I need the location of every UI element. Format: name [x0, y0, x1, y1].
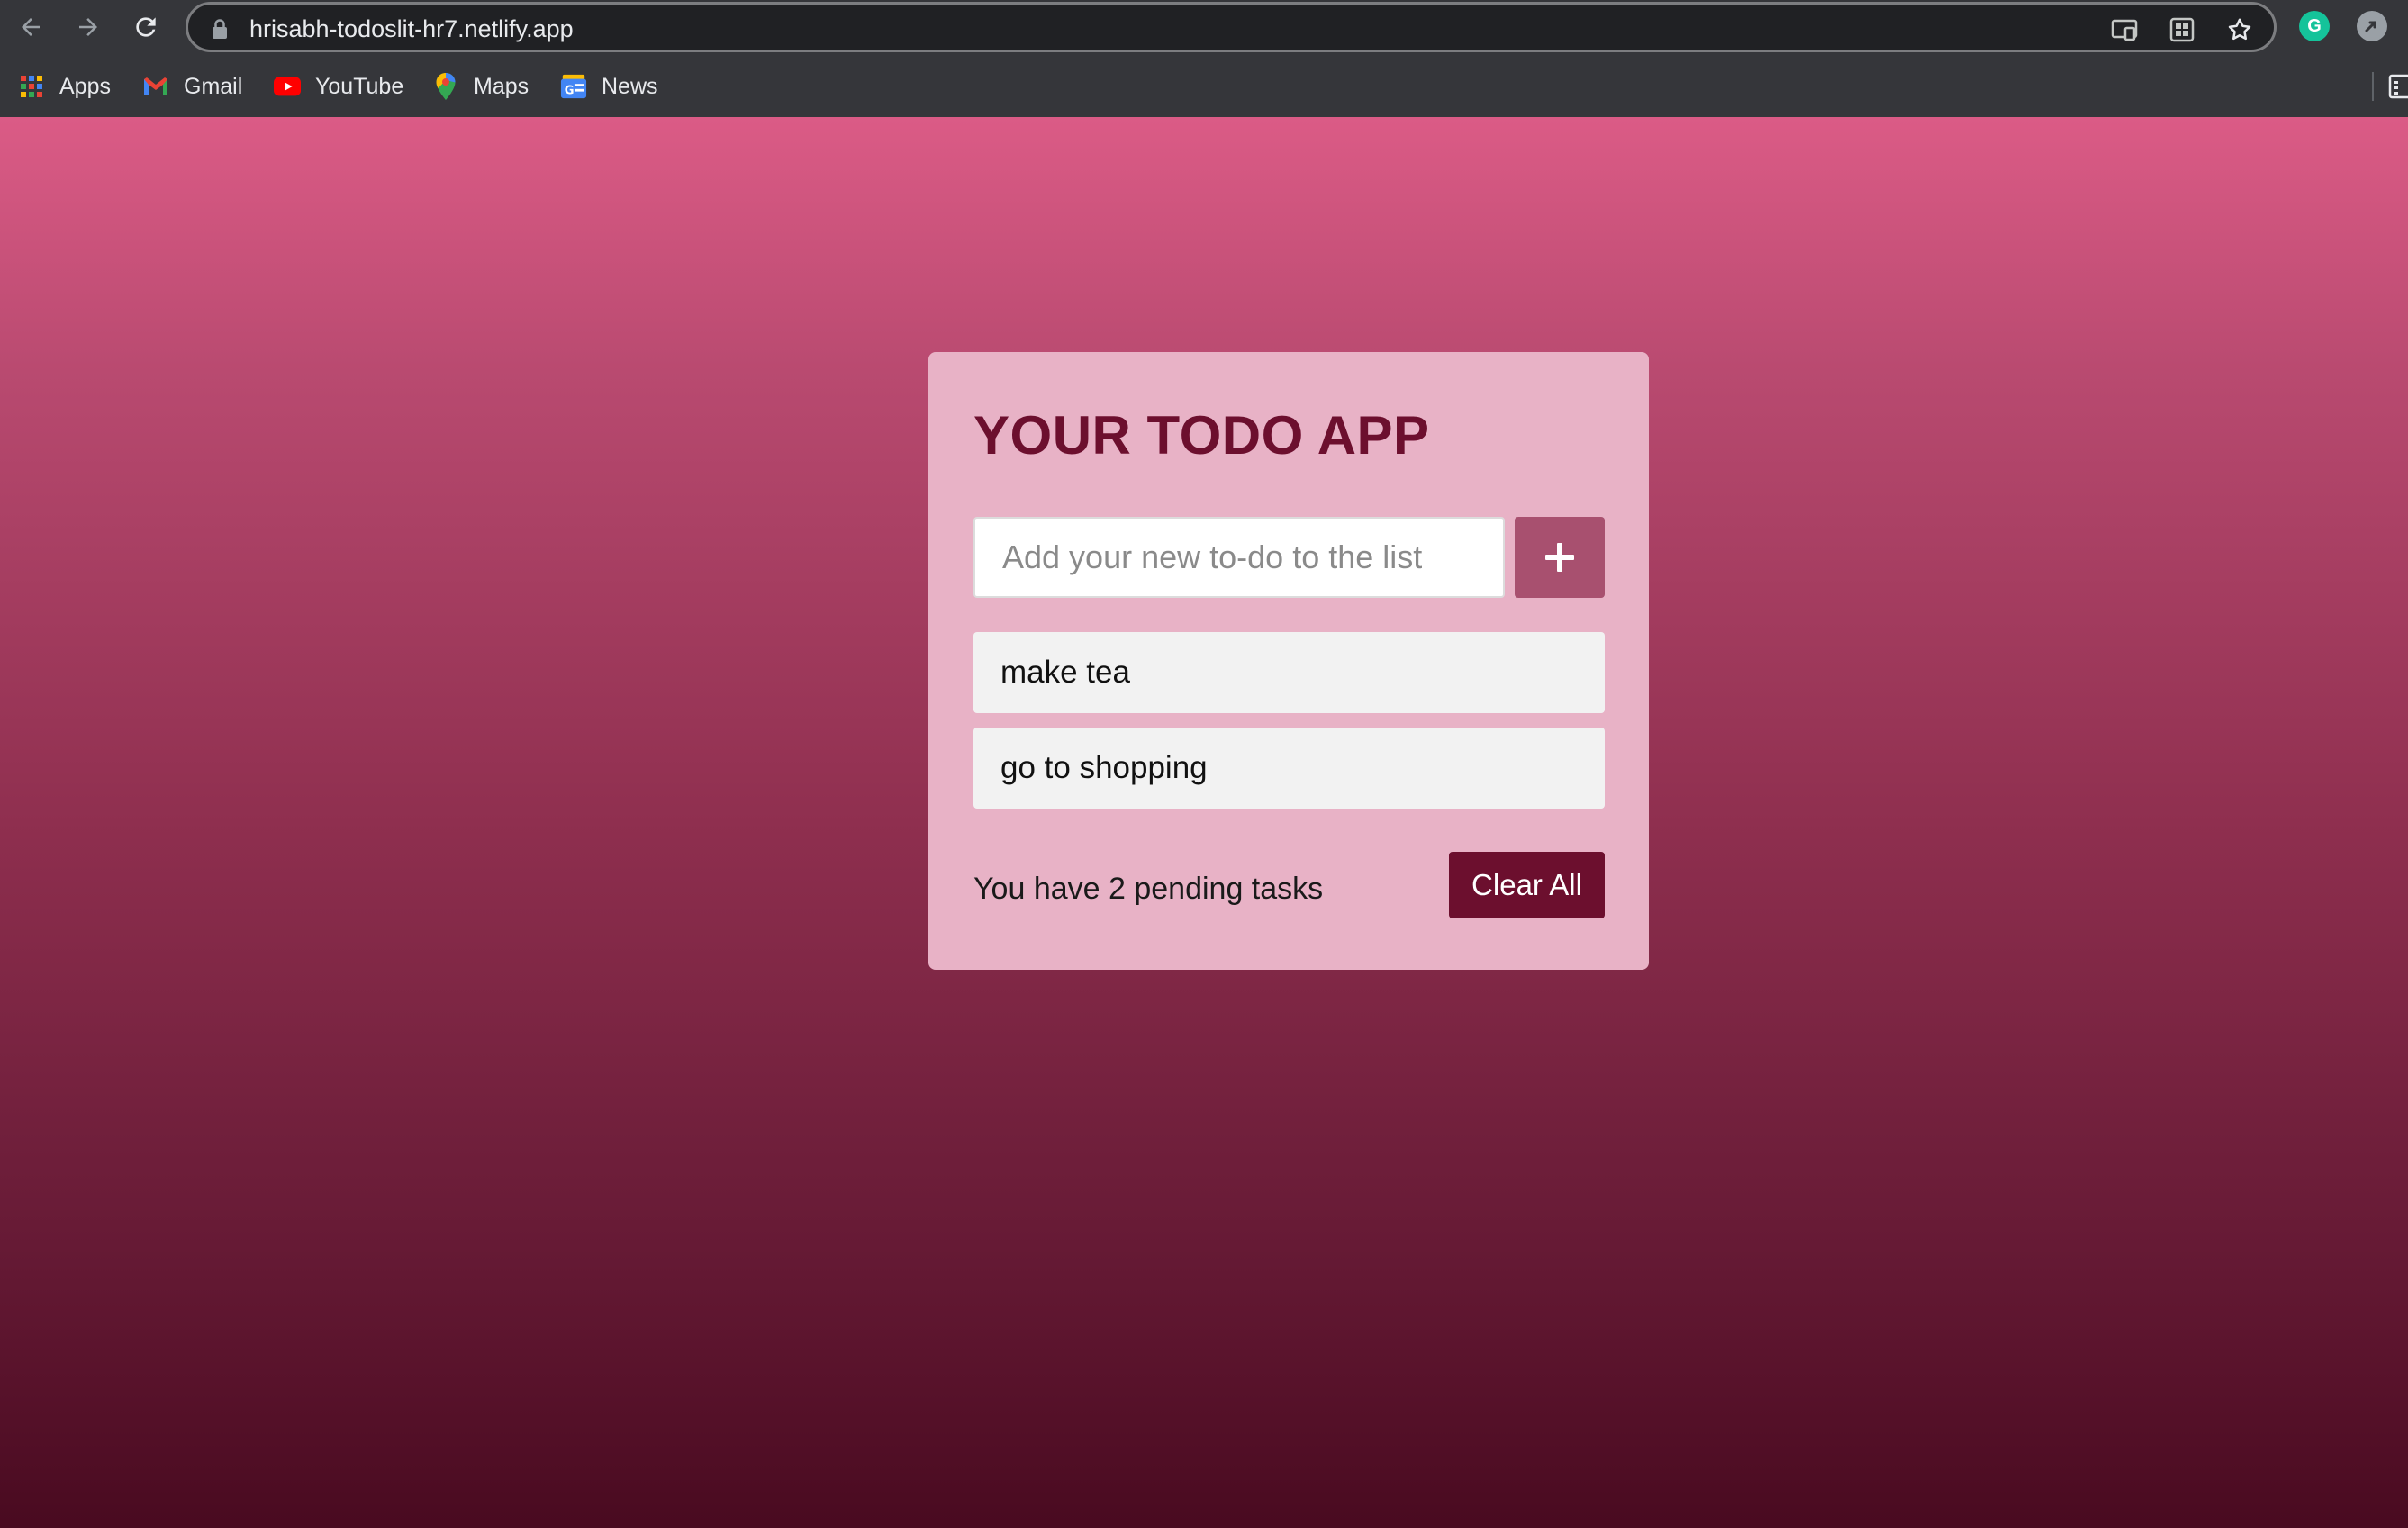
todo-item[interactable]: go to shopping	[973, 728, 1605, 809]
address-bar[interactable]: hrisabh-todoslit-hr7.netlify.app	[186, 2, 2277, 52]
reading-list-icon[interactable]	[2388, 74, 2408, 99]
bookmark-label: Maps	[474, 73, 530, 99]
star-icon[interactable]	[2225, 15, 2254, 44]
bookmark-label: Gmail	[184, 73, 243, 99]
browser-toolbar: hrisabh-todoslit-hr7.netlify.app G	[0, 0, 2408, 54]
forward-arrow-icon	[79, 18, 97, 36]
bookmark-youtube[interactable]: YouTube	[274, 68, 403, 104]
pending-count-text: You have 2 pending tasks	[973, 872, 1324, 906]
browser-chrome: hrisabh-todoslit-hr7.netlify.app G Apps …	[0, 0, 2408, 117]
todo-text: go to shopping	[1000, 750, 1208, 785]
extension-icon[interactable]	[2357, 11, 2387, 41]
reload-icon	[136, 17, 156, 37]
todo-card: YOUR TODO APP make tea go to shopping Yo…	[928, 352, 1649, 970]
url-text[interactable]: hrisabh-todoslit-hr7.netlify.app	[249, 15, 574, 43]
news-icon: G	[560, 73, 587, 100]
back-button[interactable]	[9, 5, 52, 49]
page-background: YOUR TODO APP make tea go to shopping Yo…	[0, 117, 2408, 1528]
grammarly-letter: G	[2307, 15, 2322, 36]
cast-icon[interactable]	[2110, 15, 2139, 44]
bookmark-label: YouTube	[315, 73, 404, 99]
reload-button[interactable]	[124, 5, 167, 49]
new-todo-input[interactable]	[973, 517, 1505, 598]
lock-icon[interactable]	[210, 18, 230, 40]
todo-list: make tea go to shopping	[973, 632, 1605, 823]
maps-pin-icon	[432, 73, 459, 100]
grammarly-icon[interactable]: G	[2299, 11, 2330, 41]
todo-item[interactable]: make tea	[973, 632, 1605, 713]
tab-search-icon[interactable]	[2168, 15, 2196, 44]
bookmark-apps[interactable]: Apps	[18, 68, 111, 104]
bookmark-label: News	[602, 73, 658, 99]
bookmark-gmail[interactable]: Gmail	[142, 68, 242, 104]
todo-text: make tea	[1000, 655, 1130, 690]
clear-all-button[interactable]: Clear All	[1449, 852, 1605, 918]
plus-icon	[1545, 543, 1574, 572]
gmail-icon	[142, 73, 169, 100]
svg-text:G: G	[565, 84, 575, 97]
back-arrow-icon	[22, 18, 40, 36]
bookmark-news[interactable]: G News	[560, 68, 658, 104]
bookmark-label: Apps	[59, 73, 111, 99]
app-title: YOUR TODO APP	[973, 405, 1430, 466]
bookmark-maps[interactable]: Maps	[432, 68, 529, 104]
youtube-icon	[274, 73, 301, 100]
bookmarks-divider	[2372, 72, 2374, 101]
add-todo-button[interactable]	[1515, 517, 1605, 598]
forward-button[interactable]	[67, 5, 110, 49]
apps-grid-icon	[18, 73, 45, 100]
bookmarks-bar: Apps Gmail YouTube Maps G News	[0, 65, 2408, 108]
